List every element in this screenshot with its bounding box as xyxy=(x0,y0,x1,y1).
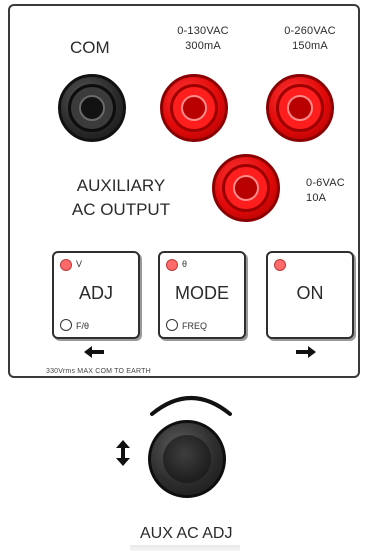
adj-bottom-led-label: F/θ xyxy=(76,321,90,331)
terminal-260-current: 150mA xyxy=(292,40,328,52)
freq-led-indicator xyxy=(166,319,178,331)
com-label: COM xyxy=(70,38,110,57)
arrow-right-icon xyxy=(296,346,316,358)
mode-button[interactable]: θ MODE FREQ xyxy=(158,251,246,339)
adj-top-led-label: V xyxy=(76,259,83,269)
terminal-6-current: 10A xyxy=(306,192,327,204)
on-led-indicator xyxy=(274,259,286,271)
on-button-label: ON xyxy=(296,283,324,303)
com-terminal-jack[interactable] xyxy=(58,74,126,142)
terminal-260-range: 0-260VAC xyxy=(284,25,336,37)
aux-ac-output-module: COM 0-130VAC 300mA 0-260VAC 150mA AUXILI… xyxy=(0,0,373,551)
mode-top-led-label: θ xyxy=(182,259,188,269)
on-button[interactable]: ON xyxy=(266,251,354,339)
updown-arrow-icon xyxy=(116,440,130,466)
aux-ac-adj-label: AUX AC ADJ xyxy=(140,525,233,542)
terminal-6-range: 0-6VAC xyxy=(306,177,345,189)
terminal-130-current: 300mA xyxy=(185,40,221,52)
arc-rotation-icon xyxy=(150,396,232,416)
mode-button-label: MODE xyxy=(175,283,229,303)
aux-ac-adj-knob[interactable] xyxy=(148,420,226,498)
terminal-130-label: 0-130VAC 300mA xyxy=(168,24,238,54)
aux-title-line2: AC OUTPUT xyxy=(71,200,171,219)
terminal-130-range: 0-130VAC xyxy=(177,25,229,37)
terminal-260vac-jack[interactable] xyxy=(266,74,334,142)
phase-led-indicator xyxy=(166,259,178,271)
faded-subcaption xyxy=(130,545,240,551)
adj-button-label: ADJ xyxy=(78,283,113,303)
arrow-left-icon xyxy=(84,346,104,358)
terminal-6-label: 0-6VAC 10A xyxy=(306,176,345,206)
voltage-led-indicator xyxy=(60,259,72,271)
terminal-130vac-jack[interactable] xyxy=(160,74,228,142)
aux-title-line1: AUXILIARY xyxy=(76,176,166,195)
adj-button[interactable]: V ADJ F/θ xyxy=(52,251,140,339)
terminal-260-label: 0-260VAC 150mA xyxy=(272,24,348,54)
terminal-6vac-jack[interactable] xyxy=(212,154,280,222)
f-theta-led-indicator xyxy=(60,319,72,331)
aux-output-title: AUXILIARY AC OUTPUT xyxy=(46,174,196,222)
mode-bottom-led-label: FREQ xyxy=(182,321,208,331)
aux-ac-adj-control xyxy=(116,388,256,518)
earth-rating-note: 330Vrms MAX COM TO EARTH xyxy=(46,368,151,375)
output-panel: COM 0-130VAC 300mA 0-260VAC 150mA AUXILI… xyxy=(8,4,360,378)
